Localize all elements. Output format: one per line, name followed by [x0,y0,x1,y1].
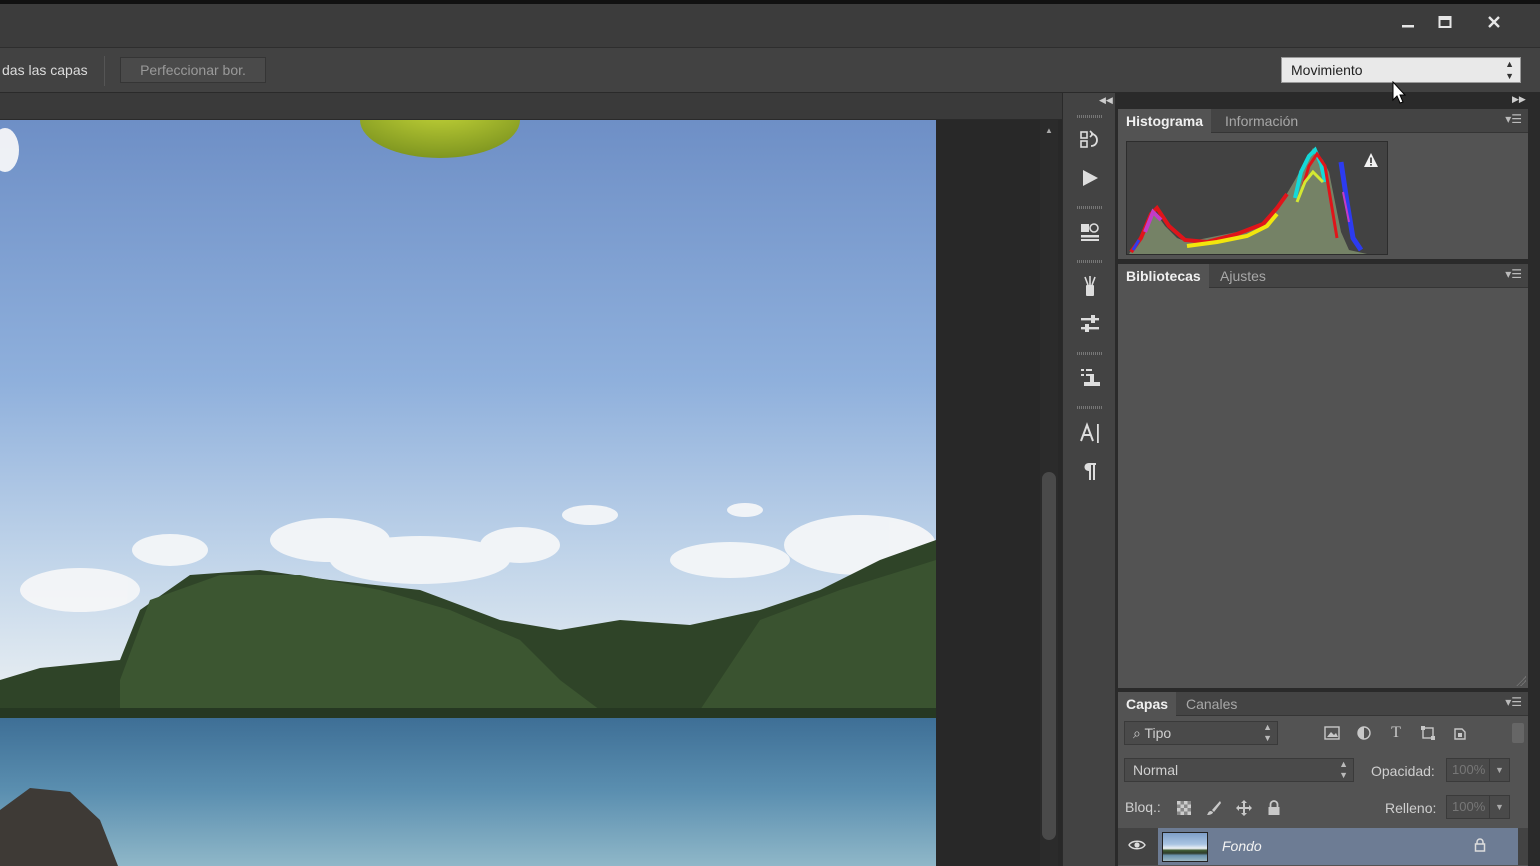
options-divider [104,56,105,86]
brush-presets-icon[interactable] [1075,271,1105,301]
warning-icon[interactable] [1363,152,1379,168]
layer-row[interactable]: Fondo [1118,828,1528,865]
histogram-panel: Histograma Información ▾☰ [1118,109,1528,259]
properties-icon[interactable] [1075,216,1105,246]
document-area: ▲ [0,93,1062,866]
panel-menu-icon[interactable]: ▾☰ [1505,695,1522,709]
fill-value: 100% [1452,799,1486,814]
lock-icon [1474,838,1486,855]
filter-type-icon[interactable]: T [1386,723,1406,743]
tab-info[interactable]: Información [1217,109,1306,133]
chevron-down-icon[interactable]: ▼ [1489,796,1509,818]
refine-edge-button[interactable]: Perfeccionar bor. [120,57,266,83]
layer-filter-select[interactable]: ⌕ Tipo ▲ ▼ [1124,721,1278,745]
histogram-panel-header: Histograma Información ▾☰ [1118,109,1528,133]
character-icon[interactable] [1075,418,1105,448]
expand-panels-icon[interactable]: ▶▶ [1512,94,1526,105]
layer-name[interactable]: Fondo [1222,838,1262,854]
blend-mode-select[interactable]: Normal ▲ ▼ [1124,758,1354,782]
title-bar [0,0,1540,47]
history-icon[interactable] [1075,125,1105,155]
eye-icon[interactable] [1128,838,1148,854]
minimize-icon[interactable] [1390,9,1426,35]
tab-histogram[interactable]: Histograma [1118,109,1212,133]
workspace-select[interactable]: Movimiento ▲ ▼ [1281,57,1521,83]
panel-icon-dock: ◀◀ [1062,93,1116,866]
paragraph-icon[interactable] [1075,456,1105,486]
filter-image-icon[interactable] [1322,723,1342,743]
panel-menu-icon[interactable]: ▾☰ [1505,112,1522,126]
layers-panel: Capas Canales ▾☰ ⌕ Tipo ▲ ▼ T Normal ▲ ▼ O… [1118,692,1528,866]
dock-grip[interactable] [1077,115,1103,118]
opacity-label: Opacidad: [1371,763,1435,779]
blend-mode-value: Normal [1133,762,1179,778]
chevron-down-icon[interactable]: ▼ [1489,759,1509,781]
layer-row-selection [1158,828,1518,865]
select-arrows-icon: ▲ ▼ [1505,59,1514,81]
filter-toggle-switch[interactable] [1512,723,1524,743]
lock-transparent-pixels-icon[interactable] [1174,798,1194,818]
tab-channels[interactable]: Canales [1178,692,1245,716]
image-canvas[interactable] [0,120,936,866]
tab-layers[interactable]: Capas [1118,692,1177,716]
histogram-graph [1126,141,1388,255]
layer-filter-value: Tipo [1144,725,1172,741]
workspace-select-value: Movimiento [1291,62,1363,78]
panel-menu-icon[interactable]: ▾☰ [1505,267,1522,281]
layer-thumbnail [1162,832,1208,862]
tab-adjustments[interactable]: Ajustes [1212,264,1274,288]
search-icon: ⌕ [1133,725,1145,741]
right-panels: ▶▶ Histograma Información ▾☰ Bibliotecas… [1116,93,1540,866]
dock-grip[interactable] [1077,206,1103,209]
filter-shape-icon[interactable] [1418,723,1438,743]
libraries-panel: Bibliotecas Ajustes ▾☰ [1118,264,1528,688]
mouse-cursor-icon [1392,81,1406,104]
opacity-input[interactable]: 100% ▼ [1446,758,1510,782]
dock-grip[interactable] [1077,260,1103,263]
dock-grip[interactable] [1077,406,1103,409]
sample-all-layers-label[interactable]: das las capas [2,62,88,78]
maximize-icon[interactable] [1427,9,1463,35]
vertical-scrollbar[interactable]: ▲ [1040,120,1058,866]
scrollbar-thumb[interactable] [1042,472,1056,840]
layers-panel-header: Capas Canales ▾☰ [1118,692,1528,716]
libraries-panel-header: Bibliotecas Ajustes ▾☰ [1118,264,1528,288]
close-icon[interactable] [1476,9,1512,35]
select-arrows-icon: ▲ ▼ [1339,759,1348,780]
filter-smart-object-icon[interactable] [1450,723,1470,743]
select-arrows-icon: ▲ ▼ [1263,722,1272,743]
opacity-value: 100% [1452,762,1486,777]
filter-adjustment-icon[interactable] [1354,723,1374,743]
fill-label: Relleno: [1385,800,1437,816]
clone-source-icon[interactable] [1075,362,1105,392]
lock-all-icon[interactable] [1264,798,1284,818]
resize-grip-icon[interactable] [1516,676,1526,686]
tool-presets-icon[interactable] [1075,309,1105,339]
collapse-dock-icon[interactable]: ◀◀ [1099,95,1113,106]
dock-grip[interactable] [1077,352,1103,355]
document-tab-bar [0,93,1062,120]
lock-label: Bloq.: [1125,799,1161,815]
tab-libraries[interactable]: Bibliotecas [1118,264,1209,288]
lock-position-icon[interactable] [1234,798,1254,818]
scroll-up-icon[interactable]: ▲ [1045,126,1053,135]
lock-image-pixels-icon[interactable] [1204,798,1224,818]
play-actions-icon[interactable] [1075,163,1105,193]
fill-input[interactable]: 100% ▼ [1446,795,1510,819]
